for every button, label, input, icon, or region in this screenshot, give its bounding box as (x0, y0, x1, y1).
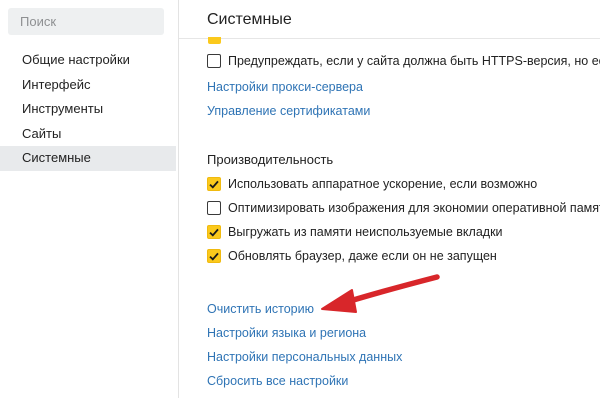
proxy-settings-link[interactable]: Настройки прокси-сервера (207, 80, 363, 94)
partially-visible-checkbox[interactable] (208, 37, 221, 44)
unload-tabs-checkbox[interactable] (207, 225, 221, 239)
clear-history-link[interactable]: Очистить историю (207, 302, 314, 316)
sidebar-item-tools[interactable]: Инструменты (0, 97, 176, 122)
performance-section-title: Производительность (207, 152, 334, 167)
check-icon (209, 228, 219, 237)
https-warning-option[interactable]: Предупреждать, если у сайта должна быть … (207, 53, 600, 69)
hardware-acceleration-checkbox[interactable] (207, 177, 221, 191)
unload-tabs-label: Выгружать из памяти неиспользуемые вклад… (228, 225, 503, 239)
page-title: Системные (207, 11, 292, 28)
background-update-label: Обновлять браузер, даже если он не запущ… (228, 249, 497, 263)
search-input[interactable] (8, 8, 164, 35)
header-divider (179, 38, 600, 39)
https-warning-checkbox[interactable] (207, 54, 221, 68)
main-content: Системные Предупреждать, если у сайта до… (179, 0, 600, 398)
optimize-images-label: Оптимизировать изображения для экономии … (228, 201, 600, 215)
optimize-images-option[interactable]: Оптимизировать изображения для экономии … (207, 200, 600, 216)
check-icon (209, 252, 219, 261)
sidebar-item-general[interactable]: Общие настройки (0, 48, 176, 73)
background-update-checkbox[interactable] (207, 249, 221, 263)
sidebar: Общие настройки Интерфейс Инструменты Са… (0, 0, 176, 398)
language-region-link[interactable]: Настройки языка и региона (207, 326, 366, 340)
check-icon (209, 180, 219, 189)
hardware-acceleration-label: Использовать аппаратное ускорение, если … (228, 177, 538, 191)
sidebar-nav: Общие настройки Интерфейс Инструменты Са… (0, 48, 176, 171)
background-update-option[interactable]: Обновлять браузер, даже если он не запущ… (207, 248, 497, 264)
certificates-link[interactable]: Управление сертификатами (207, 104, 370, 118)
reset-settings-link[interactable]: Сбросить все настройки (207, 374, 348, 388)
personal-data-link[interactable]: Настройки персональных данных (207, 350, 402, 364)
sidebar-item-sites[interactable]: Сайты (0, 122, 176, 147)
sidebar-item-interface[interactable]: Интерфейс (0, 73, 176, 98)
https-warning-label: Предупреждать, если у сайта должна быть … (228, 54, 600, 68)
hardware-acceleration-option[interactable]: Использовать аппаратное ускорение, если … (207, 176, 537, 192)
optimize-images-checkbox[interactable] (207, 201, 221, 215)
sidebar-item-system[interactable]: Системные (0, 146, 176, 171)
unload-tabs-option[interactable]: Выгружать из памяти неиспользуемые вклад… (207, 224, 503, 240)
